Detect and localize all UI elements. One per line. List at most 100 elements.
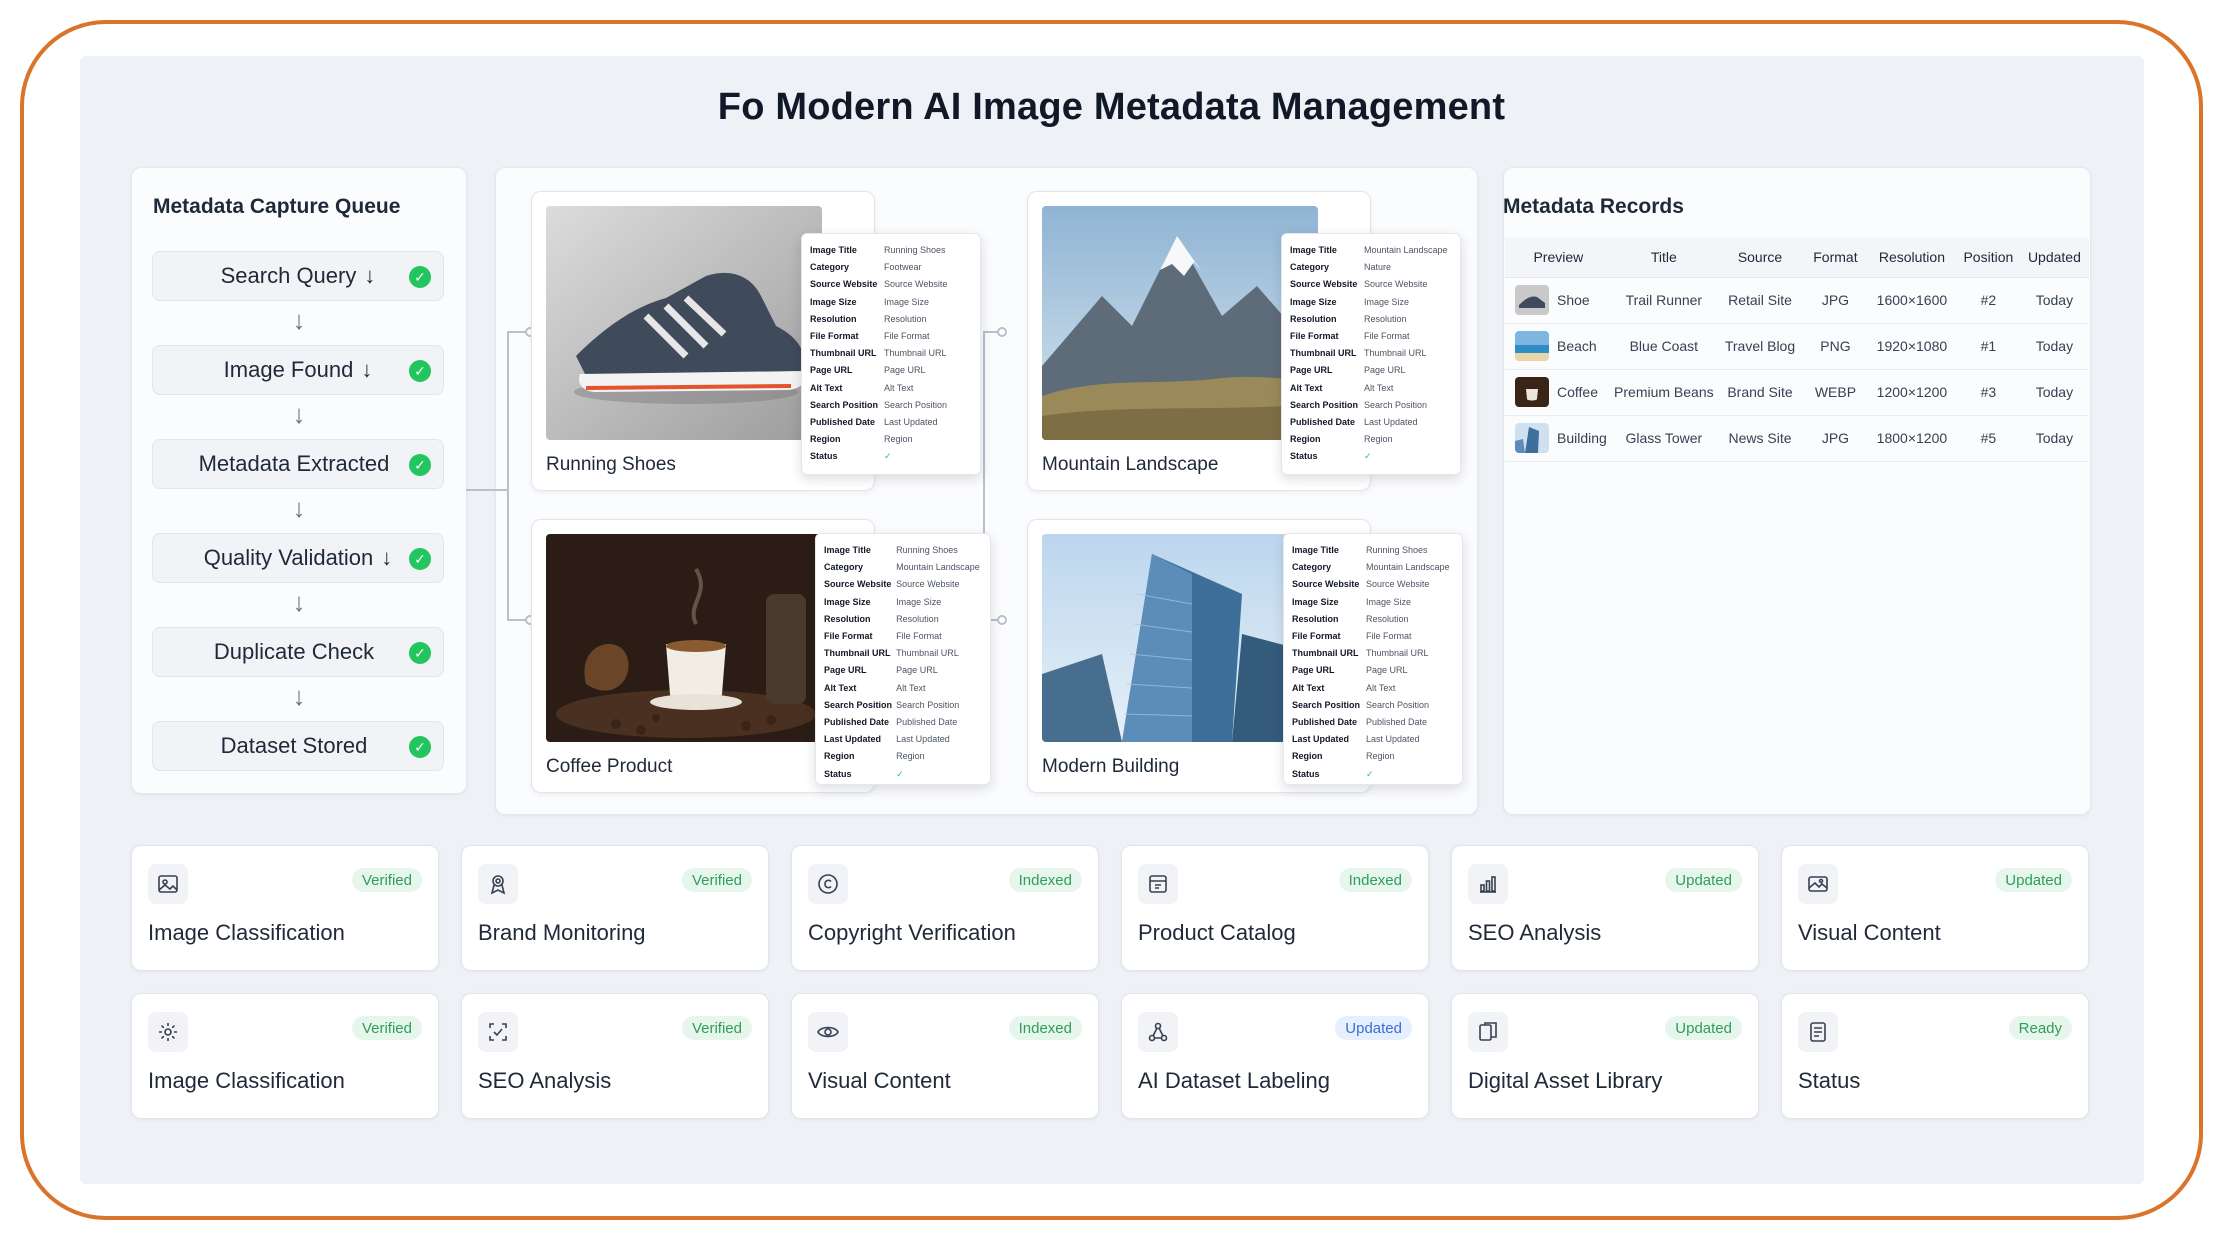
- metadata-row: Region Region: [810, 431, 972, 448]
- metadata-row: File Format File Format: [810, 328, 972, 345]
- metadata-value: Search Position: [884, 399, 948, 410]
- status-check-icon: ✓: [884, 451, 892, 462]
- column-header[interactable]: Updated: [2019, 237, 2089, 278]
- metadata-value: Nature: [1364, 262, 1392, 273]
- metadata-row: File Format File Format: [824, 628, 982, 645]
- feature-label: SEO Analysis: [1468, 920, 1602, 945]
- feature-card-visual-content-2[interactable]: Indexed Visual Content: [791, 993, 1099, 1119]
- source-cell: Retail Site: [1716, 277, 1804, 324]
- metadata-row: Resolution Resolution: [824, 611, 982, 628]
- status-badge: Verified: [351, 1016, 422, 1040]
- coffee-product-image: [546, 534, 822, 742]
- image-caption: Modern Building: [1042, 756, 1180, 777]
- metadata-key: Published Date: [824, 717, 890, 728]
- column-header[interactable]: Position: [1956, 237, 2020, 278]
- status-badge: Indexed: [1338, 868, 1412, 892]
- status-check-icon: ✓: [1366, 768, 1374, 779]
- records-title: Metadata Records: [1503, 195, 1684, 218]
- feature-card-copyright-verification[interactable]: Indexed Copyright Verification: [791, 845, 1099, 971]
- queue-step-metadata-extracted[interactable]: Metadata Extracted ✓: [152, 439, 444, 489]
- feature-label: Image Classification: [148, 1068, 345, 1093]
- feature-card-image-classification-2[interactable]: Verified Image Classification: [131, 993, 439, 1119]
- metadata-value: Thumbnail URL: [884, 348, 947, 359]
- metadata-value: Source Website: [884, 279, 948, 290]
- updated-cell: Today: [2019, 415, 2089, 462]
- copyright-icon: [808, 864, 848, 904]
- metadata-row: Published Date Published Date: [1292, 714, 1454, 731]
- feature-label: Visual Content: [1798, 920, 1941, 945]
- queue-step-duplicate-check[interactable]: Duplicate Check ✓: [152, 627, 444, 677]
- metadata-key: Status: [1290, 451, 1318, 462]
- metadata-key: Image Title: [1290, 245, 1337, 255]
- feature-card-digital-asset-library[interactable]: Updated Digital Asset Library: [1451, 993, 1759, 1119]
- resolution-cell: 1200×1200: [1866, 369, 1957, 416]
- chart-icon: [1468, 864, 1508, 904]
- metadata-key: Alt Text: [824, 682, 857, 693]
- records-table: Preview Title Source Format Resolution P…: [1505, 237, 2089, 462]
- metadata-key: Category: [1292, 562, 1332, 573]
- status-badge: Verified: [681, 1016, 752, 1040]
- title-cell: Blue Coast: [1611, 323, 1716, 370]
- feature-card-ai-dataset-labeling[interactable]: Updated AI Dataset Labeling: [1121, 993, 1429, 1119]
- metadata-row: Category Mountain Landscape: [1292, 559, 1454, 576]
- metadata-key: File Format: [1292, 631, 1341, 642]
- metadata-value: Footwear: [884, 262, 922, 273]
- preview-cell: Coffee: [1505, 369, 1612, 416]
- metadata-value: Region: [1366, 751, 1395, 762]
- metadata-row: Source Website Source Website: [1290, 276, 1452, 293]
- feature-card-image-classification[interactable]: Verified Image Classification: [131, 845, 439, 971]
- status-badge: Verified: [681, 868, 752, 892]
- column-header[interactable]: Format: [1804, 237, 1867, 278]
- metadata-value: Resolution: [896, 613, 939, 624]
- metadata-row: Thumbnail URL Thumbnail URL: [1292, 645, 1454, 662]
- queue-step-label: Quality Validation: [203, 545, 374, 570]
- queue-step-label: Metadata Extracted: [198, 451, 390, 476]
- running-shoes-image: [546, 206, 822, 440]
- metadata-key: Source Website: [1292, 579, 1360, 590]
- feature-label: Image Classification: [148, 920, 345, 945]
- feature-card-seo-analysis-2[interactable]: Verified SEO Analysis: [461, 993, 769, 1119]
- feature-card-seo-analysis[interactable]: Updated SEO Analysis: [1451, 845, 1759, 971]
- updated-cell: Today: [2019, 323, 2089, 370]
- table-row[interactable]: Coffee Premium Beans Brand Site WEBP 120…: [1505, 369, 2089, 416]
- metadata-value: Last Updated: [1364, 417, 1418, 428]
- metadata-key: Category: [824, 562, 864, 573]
- status-check-icon: ✓: [896, 768, 904, 779]
- down-arrow-icon: ↓: [292, 399, 306, 429]
- metadata-value: Image Size: [884, 296, 930, 307]
- metadata-key: Resolution: [810, 313, 857, 324]
- metadata-key: Region: [1292, 751, 1323, 762]
- check-circle-icon: ✓: [409, 548, 431, 570]
- metadata-row: Search Position Search Position: [1290, 397, 1452, 414]
- metadata-key: File Format: [824, 631, 873, 642]
- preview-cell: Building: [1505, 415, 1612, 462]
- feature-card-brand-monitoring[interactable]: Verified Brand Monitoring: [461, 845, 769, 971]
- queue-step-image-found[interactable]: Image Found ↓ ✓: [152, 345, 444, 395]
- queue-step-dataset-stored[interactable]: Dataset Stored ✓: [152, 721, 444, 771]
- column-header[interactable]: Source: [1716, 237, 1804, 278]
- metadata-row: Category Nature: [1290, 259, 1452, 276]
- metadata-value: Published Date: [1366, 717, 1428, 728]
- metadata-value: Running Shoes: [1366, 545, 1428, 555]
- table-row[interactable]: Beach Blue Coast Travel Blog PNG 1920×10…: [1505, 323, 2089, 370]
- table-row[interactable]: Shoe Trail Runner Retail Site JPG 1600×1…: [1505, 277, 2089, 324]
- preview-label: Building: [1557, 430, 1607, 446]
- metadata-value: Source Website: [896, 579, 960, 590]
- feature-card-product-catalog[interactable]: Indexed Product Catalog: [1121, 845, 1429, 971]
- queue-step-search-query[interactable]: Search Query ↓ ✓: [152, 251, 444, 301]
- queue-step-quality-validation[interactable]: Quality Validation ↓ ✓: [152, 533, 444, 583]
- column-header[interactable]: Resolution: [1866, 237, 1957, 278]
- metadata-row: Region Region: [1290, 431, 1452, 448]
- column-header[interactable]: Title: [1611, 237, 1716, 278]
- metadata-key: Image Title: [1292, 545, 1339, 555]
- metadata-value: Running Shoes: [884, 245, 946, 255]
- metadata-key: Last Updated: [824, 734, 882, 745]
- feature-card-status[interactable]: Ready Status: [1781, 993, 2089, 1119]
- metadata-key: Image Size: [810, 296, 857, 307]
- table-row[interactable]: Building Glass Tower News Site JPG 1800×…: [1505, 415, 2089, 462]
- image-caption: Running Shoes: [546, 454, 676, 475]
- feature-card-visual-content[interactable]: Updated Visual Content: [1781, 845, 2089, 971]
- column-header[interactable]: Preview: [1505, 237, 1612, 278]
- metadata-value: Source Website: [1366, 579, 1430, 590]
- metadata-key: Published Date: [810, 417, 876, 428]
